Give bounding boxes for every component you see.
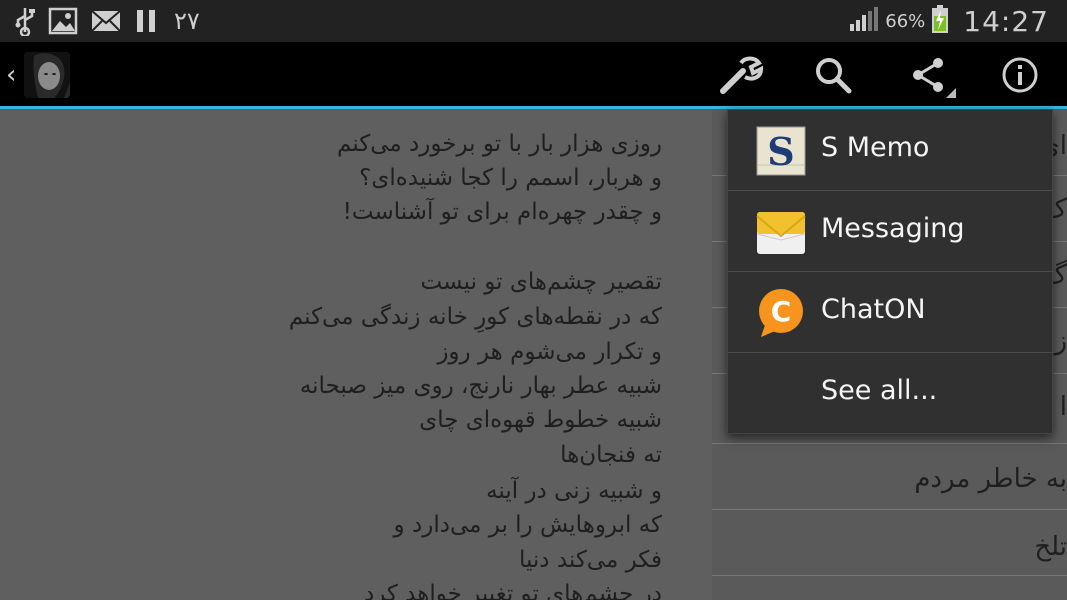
- poem-line: فکر می‌کند دنیا: [518, 547, 662, 573]
- svg-text:S: S: [767, 129, 794, 174]
- poem-line: شبیه خطوط قهوه‌ای چای: [419, 407, 662, 433]
- poem-line: شبیه عطر بهار نارنج، روی میز صبحانه: [299, 373, 662, 399]
- status-notifications: ۲۷: [14, 4, 200, 38]
- poem-line: تقصیر چشم‌های تو نیست: [420, 269, 662, 295]
- share-dropdown-indicator: [946, 88, 956, 98]
- share-option-messaging[interactable]: Messaging: [728, 191, 1054, 272]
- share-option-label: See all...: [821, 375, 938, 406]
- svg-text:C: C: [771, 295, 792, 328]
- list-item[interactable]: به خاطر مردم: [712, 443, 1067, 509]
- messaging-icon: [755, 206, 807, 258]
- chaton-icon: C: [755, 287, 807, 339]
- info-icon[interactable]: [997, 52, 1043, 98]
- app-logo-avatar[interactable]: [24, 52, 70, 98]
- poem-line: که ابروهایش را بر می‌دارد و: [393, 512, 662, 538]
- action-bar: ‹: [0, 42, 1067, 106]
- pause-icon: [134, 7, 158, 35]
- search-icon[interactable]: [810, 52, 856, 98]
- share-option-see-all[interactable]: See all...: [728, 353, 1054, 434]
- poem-line: و شبیه زنی در آینه: [486, 478, 662, 504]
- poem-content: روزی هزار بار با تو برخورد می‌کنم و هربا…: [0, 109, 712, 600]
- notification-count: ۲۷: [174, 7, 200, 35]
- list-item[interactable]: [712, 575, 1067, 600]
- list-item[interactable]: تلخ: [712, 509, 1067, 575]
- status-bar: ۲۷ 66% 14:27: [0, 0, 1067, 42]
- share-option-label: S Memo: [821, 132, 930, 163]
- s-memo-icon: S: [755, 125, 807, 177]
- share-option-s-memo[interactable]: S S Memo: [728, 110, 1054, 191]
- signal-icon: [849, 6, 879, 36]
- share-option-chaton[interactable]: C ChatON: [728, 272, 1054, 353]
- poem-line: و چقدر چهره‌ام برای تو آشناست!: [342, 199, 662, 225]
- share-option-label: Messaging: [821, 213, 965, 244]
- battery-percent: 66%: [885, 10, 926, 32]
- poem-line: روزی هزار بار با تو برخورد می‌کنم: [337, 131, 662, 157]
- poem-line: و هربار، اسمم را کجا شنیده‌ای؟: [359, 165, 662, 191]
- email-icon: [90, 9, 122, 33]
- poem-line: ته فنجان‌ها: [560, 442, 662, 468]
- poem-line: که در نقطه‌های کورِ خانه زندگی می‌کنم: [288, 304, 662, 330]
- share-option-label: ChatON: [821, 294, 926, 325]
- share-popup-menu: S S Memo Messaging C ChatON See all...: [727, 109, 1054, 434]
- up-navigation-icon[interactable]: ‹: [6, 60, 16, 90]
- poem-line: و تکرار می‌شوم هر روز: [437, 339, 662, 365]
- share-icon[interactable]: [900, 52, 956, 98]
- battery-charging-icon: [931, 4, 949, 38]
- clock: 14:27: [963, 4, 1049, 38]
- poem-line: در چشم‌های تو تغییر خواهد کرد: [363, 581, 662, 600]
- usb-icon: [14, 6, 36, 36]
- gallery-icon: [48, 7, 78, 35]
- wrench-icon[interactable]: [717, 52, 763, 98]
- status-system: 66% 14:27: [849, 4, 1049, 38]
